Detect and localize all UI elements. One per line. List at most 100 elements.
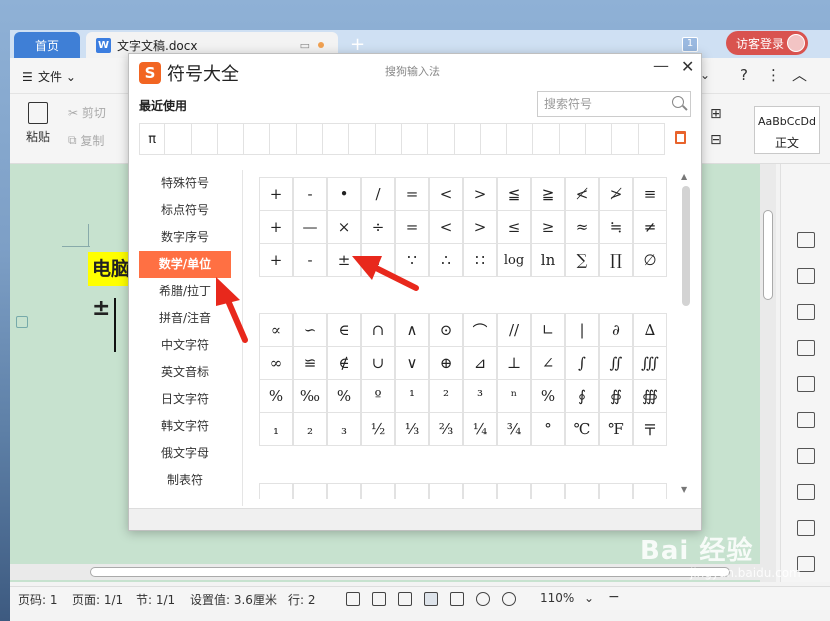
fullscreen-icon[interactable] xyxy=(346,592,360,606)
symbol-cell[interactable]: ∂ xyxy=(599,313,633,347)
recent-symbol-cell[interactable] xyxy=(533,123,560,155)
shapes-icon[interactable] xyxy=(797,304,815,320)
zoom-out-button[interactable]: − xyxy=(608,589,620,605)
symbol-cell[interactable]: ₂ xyxy=(293,412,327,446)
symbol-cell[interactable]: ∬ xyxy=(599,346,633,380)
recent-symbol-cell[interactable] xyxy=(217,123,245,155)
recent-symbol-cell[interactable] xyxy=(323,123,350,155)
category-item[interactable]: 特殊符号 xyxy=(139,170,231,197)
symbol-cell[interactable]: ⊿ xyxy=(463,346,497,380)
columns-icon[interactable]: ⊟ xyxy=(710,132,722,148)
symbol-cell[interactable]: º xyxy=(361,379,395,413)
category-item[interactable]: 拼音/注音 xyxy=(139,305,231,332)
symbol-cell[interactable]: ∴ xyxy=(429,243,463,277)
scroll-up-icon[interactable]: ▲ xyxy=(681,172,687,181)
add-tab-button[interactable]: + xyxy=(350,34,365,55)
symbol-cell[interactable]: ∭ xyxy=(633,346,667,380)
symbol-cell[interactable]: ∵ xyxy=(395,243,429,277)
recent-symbol-cell[interactable] xyxy=(507,123,534,155)
symbol-cell[interactable]: ≤ xyxy=(497,210,531,244)
recent-symbol-cell[interactable] xyxy=(191,123,218,155)
symbol-cell[interactable] xyxy=(361,483,395,499)
symbol-cell[interactable]: ∅ xyxy=(633,243,667,277)
category-item[interactable]: 中文字符 xyxy=(139,332,231,359)
symbol-cell[interactable]: ln xyxy=(531,243,565,277)
category-item[interactable]: 制表符 xyxy=(139,467,231,494)
symbol-cell[interactable]: ∟ xyxy=(531,313,565,347)
recent-symbol-cell[interactable] xyxy=(454,123,481,155)
symbol-cell[interactable]: + xyxy=(259,210,293,244)
eye-icon[interactable] xyxy=(502,592,516,606)
sliders-icon[interactable] xyxy=(797,484,815,500)
symbol-cell[interactable]: ½ xyxy=(361,412,395,446)
symbol-cell[interactable]: % xyxy=(259,379,293,413)
symbol-cell[interactable]: ⅔ xyxy=(429,412,463,446)
symbol-cell[interactable]: ± xyxy=(327,243,361,277)
symbol-cell[interactable]: < xyxy=(429,177,463,211)
symbol-cell[interactable]: ∷ xyxy=(463,243,497,277)
category-item[interactable]: 数字序号 xyxy=(139,224,231,251)
monitor-icon[interactable]: ▭ xyxy=(300,39,310,52)
table-icon[interactable]: ⊞ xyxy=(710,106,722,122)
chevron-down-icon[interactable]: ⌄ xyxy=(584,591,594,605)
web-icon[interactable] xyxy=(476,592,490,606)
symbol-cell[interactable]: ∠ xyxy=(531,346,565,380)
pen-icon[interactable] xyxy=(797,232,815,248)
symbol-cell[interactable]: : xyxy=(361,243,395,277)
symbol-cell[interactable] xyxy=(259,483,293,499)
symbol-cell[interactable]: ℃ xyxy=(565,412,599,446)
category-item[interactable]: 韩文字符 xyxy=(139,413,231,440)
zoom-level[interactable]: 110% xyxy=(540,591,574,605)
symbol-cell[interactable]: ⌒ xyxy=(463,313,497,347)
recent-symbol-cell[interactable] xyxy=(375,123,402,155)
recent-symbol-cell[interactable] xyxy=(244,123,271,155)
symbol-cell[interactable]: ∈ xyxy=(327,313,361,347)
symbol-cell[interactable]: ℉ xyxy=(599,412,633,446)
symbol-cell[interactable] xyxy=(395,483,429,499)
symbol-cell[interactable]: ¹ xyxy=(395,379,429,413)
symbol-cell[interactable]: = xyxy=(395,210,429,244)
recent-symbol-cell[interactable] xyxy=(428,123,455,155)
vertical-scrollbar[interactable] xyxy=(760,164,776,582)
paragraph-icon[interactable] xyxy=(16,316,28,328)
symbol-cell[interactable] xyxy=(599,483,633,499)
close-icon[interactable]: ✕ xyxy=(681,57,694,76)
symbol-cell[interactable]: % xyxy=(327,379,361,413)
symbol-cell[interactable]: ‰ xyxy=(293,379,327,413)
symbol-cell[interactable]: ∏ xyxy=(599,243,633,277)
symbol-cell[interactable]: ¼ xyxy=(463,412,497,446)
recent-symbol-cell[interactable] xyxy=(401,123,429,155)
inserted-symbol[interactable]: ± xyxy=(92,296,110,321)
recent-symbol-cell[interactable] xyxy=(586,123,613,155)
symbol-cell[interactable]: - xyxy=(293,177,327,211)
style-normal[interactable]: AaBbCcDd 正文 xyxy=(754,106,820,154)
chart-icon[interactable] xyxy=(797,448,815,464)
symbol-cell[interactable]: ∽ xyxy=(293,313,327,347)
scroll-down-icon[interactable]: ▼ xyxy=(681,485,687,494)
symbol-cell[interactable]: ≦ xyxy=(497,177,531,211)
symbol-cell[interactable]: ≧ xyxy=(531,177,565,211)
recent-symbol-cell[interactable] xyxy=(559,123,587,155)
recent-symbol-cell[interactable] xyxy=(165,123,192,155)
tab-home[interactable]: 首页 xyxy=(14,32,80,58)
symbol-cell[interactable]: ¾ xyxy=(497,412,531,446)
symbol-cell[interactable]: ≌ xyxy=(293,346,327,380)
symbol-cell[interactable]: 〒 xyxy=(633,412,667,446)
recent-symbol-cell[interactable] xyxy=(480,123,508,155)
category-item[interactable]: 希腊/拉丁 xyxy=(139,278,231,305)
help-icon[interactable]: ? xyxy=(740,66,748,84)
scroll-thumb[interactable] xyxy=(682,186,690,306)
symbol-cell[interactable]: ≈ xyxy=(565,210,599,244)
table-grid-icon[interactable] xyxy=(797,376,815,392)
symbol-cell[interactable]: ² xyxy=(429,379,463,413)
symbol-cell[interactable]: ≠ xyxy=(633,210,667,244)
symbol-cell[interactable]: ∧ xyxy=(395,313,429,347)
more-icon[interactable]: ⋮ xyxy=(766,66,781,84)
file-menu[interactable]: ☰ 文件 ⌄ xyxy=(22,68,76,85)
collapse-ribbon-icon[interactable]: ︿ xyxy=(792,64,807,85)
symbol-cell[interactable]: % xyxy=(531,379,565,413)
symbol-cell[interactable]: ∮ xyxy=(565,379,599,413)
symbol-cell[interactable]: ∯ xyxy=(599,379,633,413)
cursor-icon[interactable] xyxy=(797,268,815,284)
symbol-cell[interactable]: ⊥ xyxy=(497,346,531,380)
